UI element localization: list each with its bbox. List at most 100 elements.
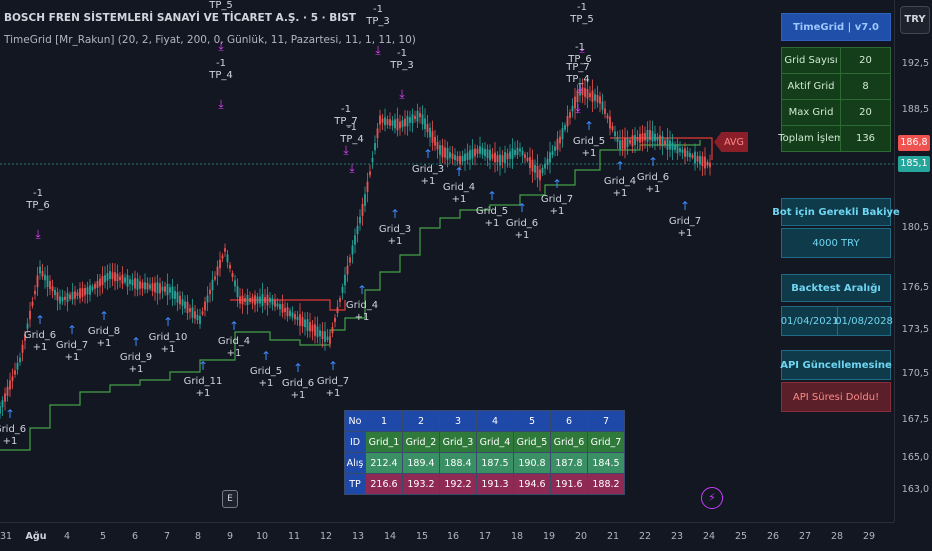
tp-label-name: TP_4	[209, 70, 233, 81]
candle-body	[379, 115, 381, 125]
candle-body	[269, 297, 271, 303]
candle-body	[636, 137, 639, 142]
candle-body	[416, 110, 419, 122]
candle-body	[64, 296, 66, 300]
candle-body	[391, 120, 394, 126]
row-label: Alış	[344, 452, 366, 474]
buy-arrow-icon: ↑	[130, 335, 142, 349]
table-cell: Grid_2	[402, 431, 440, 453]
table-row: Alış 212.4 189.4 188.4 187.5 190.8 187.8…	[344, 452, 625, 474]
candle-body	[91, 286, 94, 290]
candle-body	[146, 282, 149, 290]
tp-marker-icon: ⤓	[218, 97, 224, 111]
price-tick: 167,5	[901, 414, 929, 425]
candle-body	[491, 154, 494, 159]
tp-label-name: TP_3	[390, 60, 414, 71]
candle-body	[169, 287, 171, 293]
candle-body	[434, 136, 436, 146]
grid-label-count: +1	[451, 194, 467, 205]
candle-body	[604, 108, 606, 114]
candle-body	[426, 124, 429, 133]
balance-label: Bot için Gerekli Bakiye	[772, 198, 900, 226]
grid-label-count: +1	[96, 338, 112, 349]
price-tick: 176,5	[901, 282, 929, 293]
grid-label-count: +1	[64, 352, 80, 363]
currency-button[interactable]: TRY	[900, 6, 930, 34]
time-tick: 16	[446, 531, 460, 542]
tp-label-name: TP_6	[26, 200, 50, 211]
candle-body	[474, 148, 476, 157]
candle-body	[429, 127, 431, 138]
candle-body	[81, 288, 84, 297]
candle-body	[409, 117, 411, 123]
backtest-end: 01/08/2028	[835, 306, 893, 336]
table-header: 7	[587, 410, 625, 432]
candle-body	[556, 138, 559, 150]
grid-label-text: Grid_4	[217, 336, 251, 347]
tp-marker-icon: ⤓	[399, 87, 405, 101]
price-tick: 163,0	[901, 484, 929, 495]
grid-label: Grid_6+1	[506, 218, 538, 242]
candle-body	[311, 325, 314, 332]
candle-body	[569, 112, 571, 118]
lightning-icon[interactable]: ⚡	[701, 487, 723, 509]
info-label: Grid Sayısı	[781, 47, 841, 74]
time-axis[interactable]: 31 Ağu 4 5 6 7 8 9 10 11 12 13 14 15 16 17 18 19 20 21 22 23 2…	[0, 522, 894, 551]
tp-marker-icon: ⤓	[218, 39, 224, 53]
buy-arrow-icon: ↑	[679, 199, 691, 213]
candle-body	[531, 159, 534, 172]
buy-arrow-icon: ↑	[356, 283, 368, 297]
candle-body	[354, 235, 356, 245]
grid-label: Grid_6+1	[282, 378, 314, 402]
grid-label: Grid_3 +1	[379, 224, 411, 248]
candle-body	[506, 153, 509, 160]
candle-body	[26, 323, 29, 329]
candle-body	[306, 319, 309, 331]
candle-body	[616, 136, 619, 142]
time-tick: 21	[606, 531, 620, 542]
candle-body	[431, 131, 434, 143]
candle-body	[236, 286, 239, 298]
table-cell: 192.2	[439, 473, 477, 495]
buy-arrow-icon: ↑	[389, 207, 401, 221]
candle-body	[596, 94, 599, 103]
grid-label: Grid_4 +1	[443, 182, 475, 206]
candle-body	[336, 306, 339, 314]
candle-body	[156, 282, 159, 294]
candle-body	[544, 163, 546, 169]
table-cell: 193.2	[402, 473, 440, 495]
candle-body	[4, 393, 6, 402]
candle-body	[361, 204, 364, 216]
earnings-event-marker[interactable]: E	[222, 490, 238, 508]
candle-body	[586, 88, 589, 99]
info-panel-title: TimeGrid | v7.0	[781, 13, 891, 41]
time-tick: 22	[638, 531, 652, 542]
tp-label: TP_5	[209, 0, 233, 12]
candle-body	[124, 277, 126, 283]
grid-label-count: +1	[2, 436, 18, 447]
candle-body	[454, 154, 456, 161]
time-tick: 10	[255, 531, 269, 542]
candle-body	[39, 266, 41, 274]
candle-body	[119, 276, 121, 281]
candle-body	[314, 324, 316, 336]
table-cell: Grid_5	[513, 431, 551, 453]
candle-body	[34, 290, 36, 295]
candle-body	[179, 295, 181, 305]
candle-body	[71, 291, 74, 300]
candle-body	[644, 132, 646, 141]
time-tick: 4	[63, 531, 71, 542]
candle-body	[226, 254, 229, 263]
grid-label: Grid_6+1	[637, 172, 669, 196]
grid-label-text: Grid_4	[603, 176, 637, 187]
candle-body	[76, 292, 79, 296]
table-cell: Grid_6	[550, 431, 588, 453]
tp-label: -1 TP_4	[209, 58, 233, 82]
candle-body	[249, 298, 251, 302]
price-tick: 165,0	[901, 452, 929, 463]
candle-body	[276, 303, 279, 307]
time-tick: 23	[670, 531, 684, 542]
price-axis[interactable]: 192,5 188,5 180,5 176,5 173,5 170,5 167,…	[894, 0, 932, 522]
indicator-legend[interactable]: TimeGrid [Mr_Rakun] (20, 2, Fiyat, 200, …	[4, 34, 416, 46]
tp-label-top: -1	[341, 104, 351, 115]
